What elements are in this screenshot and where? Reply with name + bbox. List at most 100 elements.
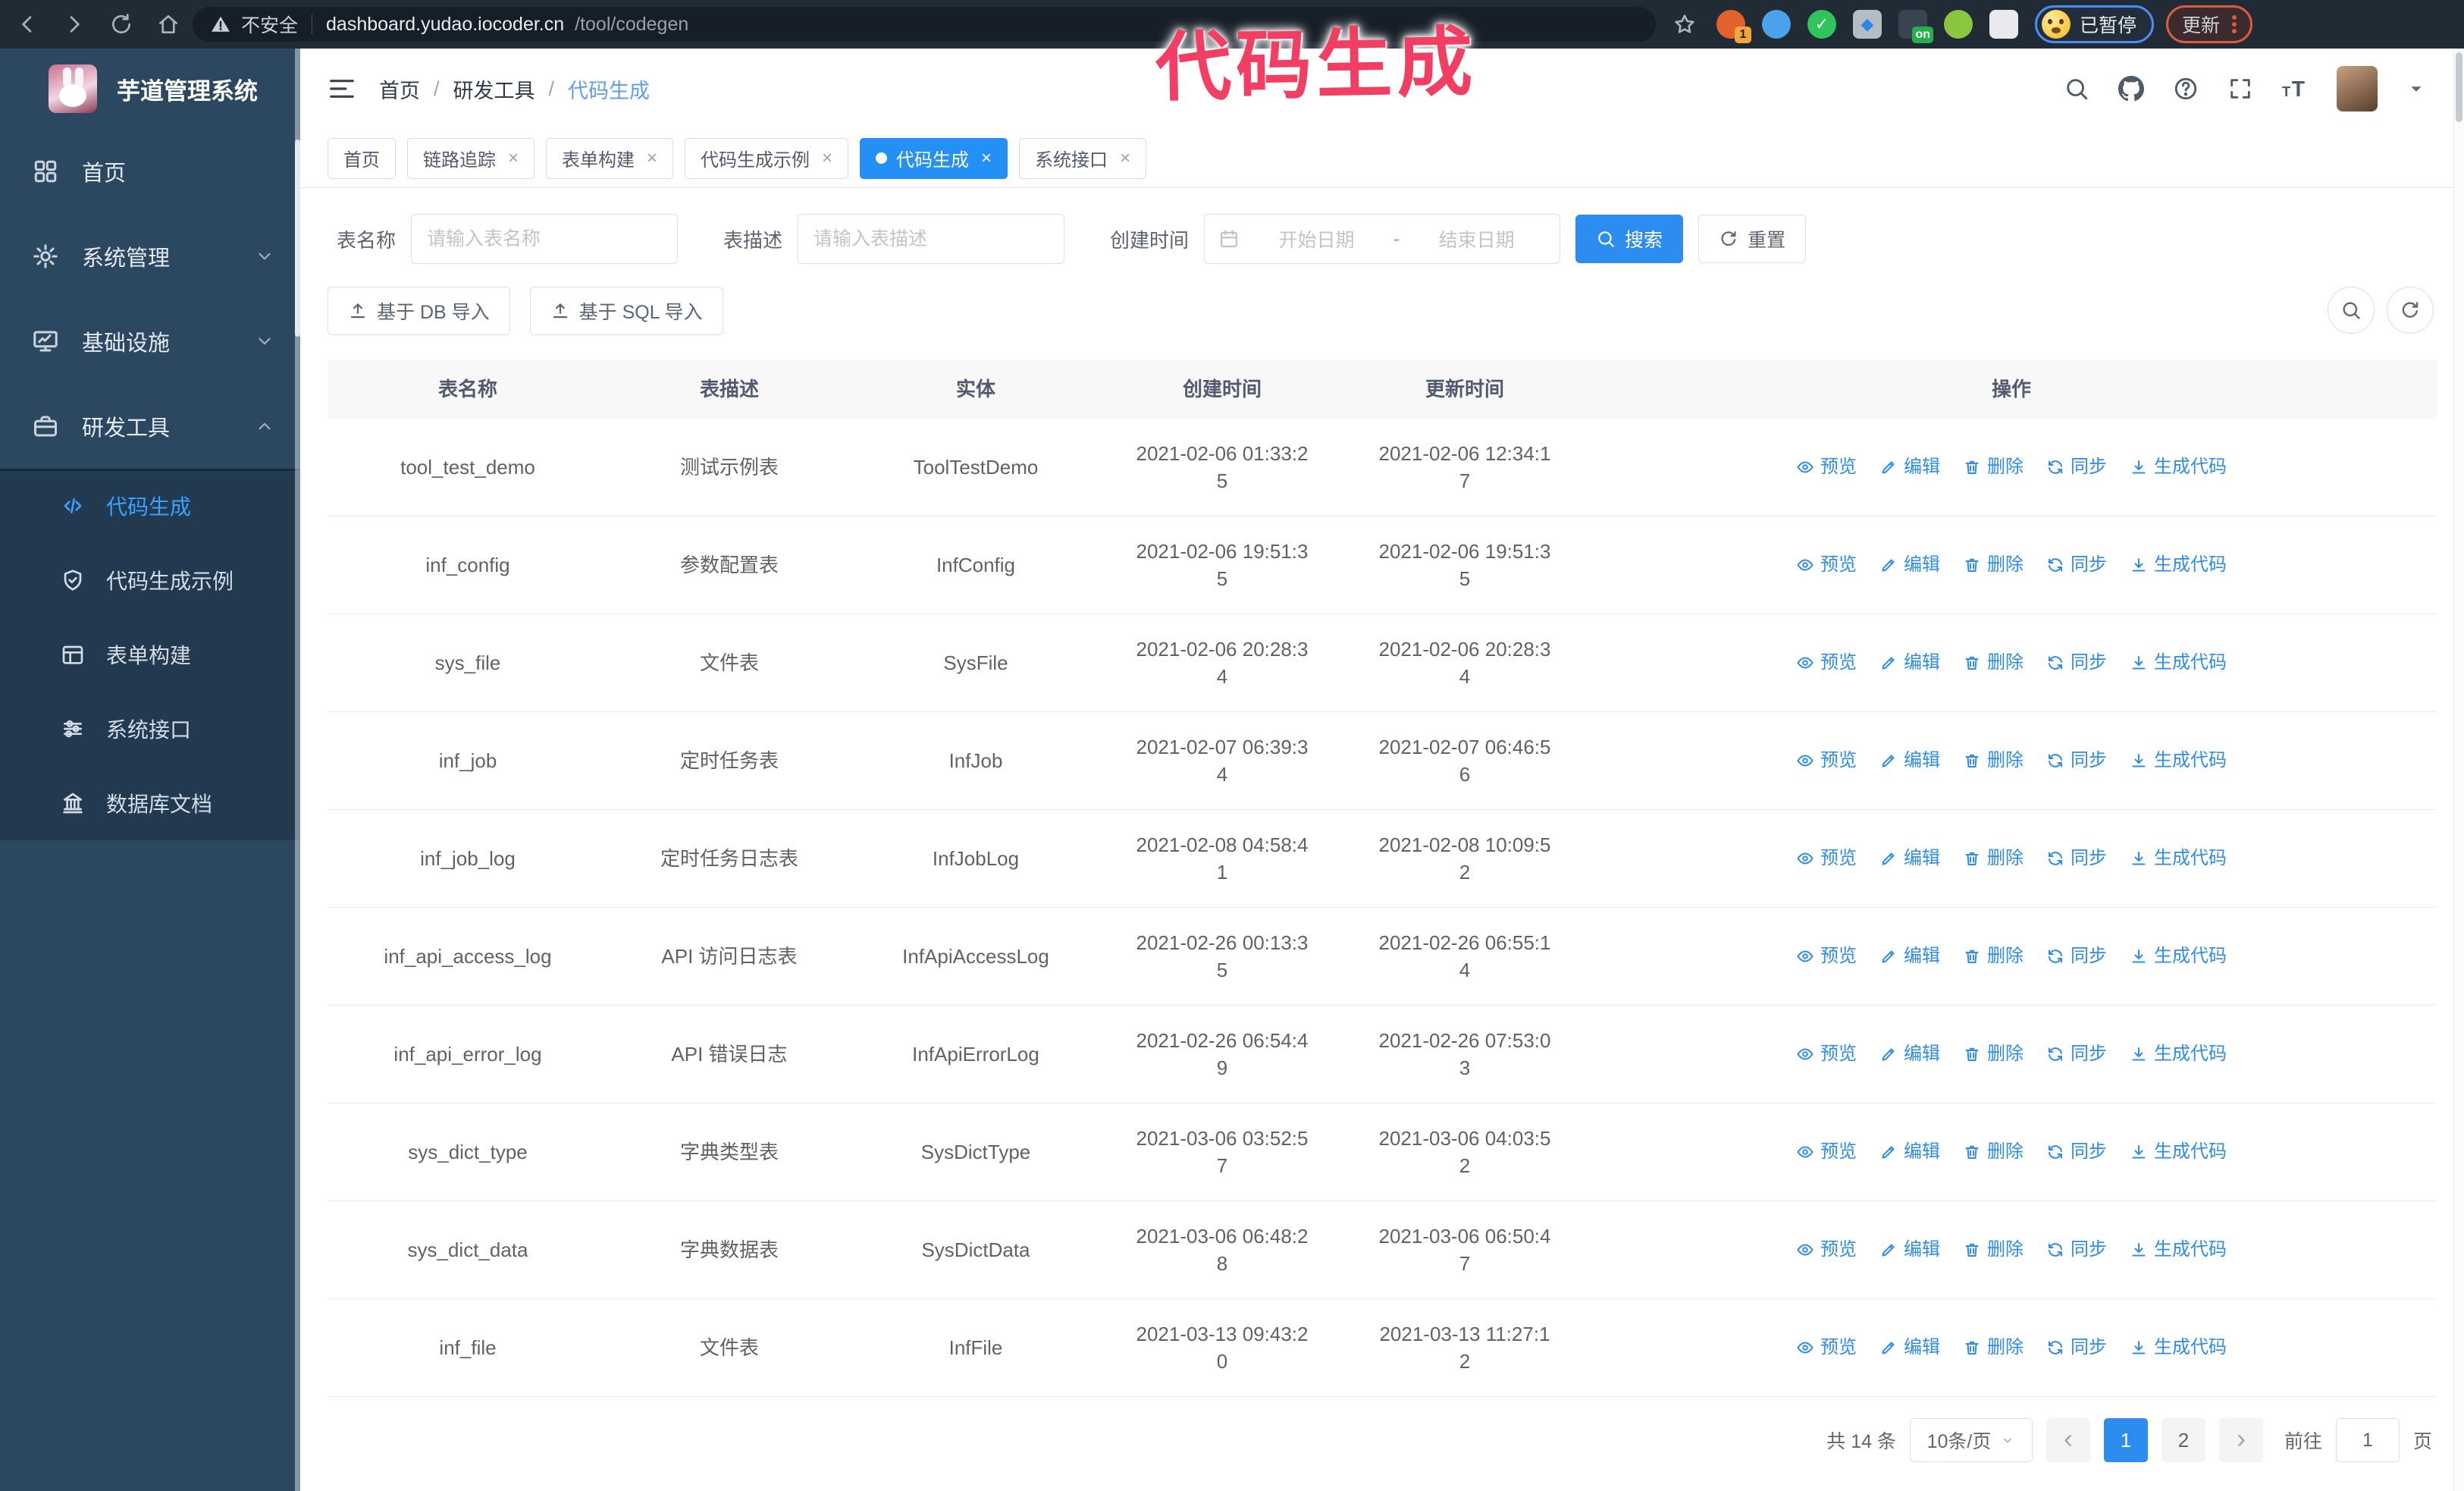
search-icon[interactable]	[2064, 76, 2089, 102]
action-download-link[interactable]: 生成代码	[2130, 649, 2227, 676]
sidebar-item[interactable]: 首页	[0, 129, 300, 214]
table-desc-input[interactable]	[813, 228, 1049, 250]
tab[interactable]: 代码生成 ×	[860, 137, 1008, 179]
refresh-table-button[interactable]	[2387, 287, 2434, 334]
action-download-link[interactable]: 生成代码	[2130, 747, 2227, 774]
security-label[interactable]: 不安全	[241, 11, 298, 38]
action-download-link[interactable]: 生成代码	[2130, 1334, 2227, 1361]
action-sync-link[interactable]: 同步	[2046, 551, 2107, 579]
extension-panel-icon[interactable]: ◆	[1853, 10, 1882, 39]
font-size-icon[interactable]: TT	[2282, 76, 2308, 102]
tab[interactable]: 表单构建 ×	[546, 137, 674, 179]
browser-reload-icon[interactable]	[109, 12, 133, 36]
action-eye-link[interactable]: 预览	[1796, 747, 1857, 774]
browser-forward-icon[interactable]	[62, 12, 86, 36]
app-logo[interactable]: 芋道管理系统	[0, 49, 300, 129]
extension-key-icon[interactable]	[1944, 10, 1973, 39]
action-eye-link[interactable]: 预览	[1796, 1041, 1857, 1068]
page-size-select[interactable]: 10条/页	[1909, 1418, 2033, 1462]
search-button[interactable]: 搜索	[1575, 215, 1684, 263]
action-eye-link[interactable]: 预览	[1796, 1236, 1857, 1263]
sidebar-subitem[interactable]: 代码生成	[0, 469, 300, 543]
sidebar-item[interactable]: 系统管理	[0, 214, 300, 299]
breadcrumb-item[interactable]: 首页	[379, 74, 420, 104]
action-edit-link[interactable]: 编辑	[1879, 649, 1940, 676]
extension-orange-icon[interactable]: 1	[1716, 10, 1751, 43]
action-delete-link[interactable]: 删除	[1963, 1041, 2024, 1068]
tab[interactable]: 首页	[328, 137, 396, 179]
sidebar-item[interactable]: 基础设施	[0, 299, 300, 384]
bookmark-star-icon[interactable]	[1672, 12, 1697, 36]
action-delete-link[interactable]: 删除	[1963, 551, 2024, 579]
action-sync-link[interactable]: 同步	[2046, 1041, 2107, 1068]
tab[interactable]: 代码生成示例 ×	[685, 137, 849, 179]
action-sync-link[interactable]: 同步	[2046, 454, 2107, 481]
action-download-link[interactable]: 生成代码	[2130, 454, 2227, 481]
date-range-picker[interactable]: 开始日期 - 结束日期	[1204, 214, 1561, 264]
close-tab-icon[interactable]: ×	[1120, 148, 1130, 169]
browser-menu-dots-icon[interactable]	[2232, 22, 2237, 27]
close-tab-icon[interactable]: ×	[822, 148, 832, 169]
toggle-search-button[interactable]	[2328, 287, 2375, 334]
action-eye-link[interactable]: 预览	[1796, 454, 1857, 481]
action-eye-link[interactable]: 预览	[1796, 1334, 1857, 1361]
close-tab-icon[interactable]: ×	[647, 148, 657, 169]
sidebar-scrollbar[interactable]	[295, 49, 300, 1491]
breadcrumb-item[interactable]: 代码生成	[568, 74, 650, 104]
action-edit-link[interactable]: 编辑	[1879, 454, 1940, 481]
action-eye-link[interactable]: 预览	[1796, 1138, 1857, 1166]
action-edit-link[interactable]: 编辑	[1879, 1334, 1940, 1361]
action-sync-link[interactable]: 同步	[2046, 943, 2107, 970]
action-delete-link[interactable]: 删除	[1963, 454, 2024, 481]
close-tab-icon[interactable]: ×	[981, 148, 992, 169]
user-avatar[interactable]	[2337, 66, 2378, 111]
table-name-input[interactable]	[427, 228, 663, 250]
browser-back-icon[interactable]	[15, 12, 39, 36]
profile-paused-badge[interactable]: 已暂停	[2035, 5, 2155, 43]
extension-gem-icon[interactable]	[1762, 10, 1791, 39]
tab[interactable]: 链路追踪 ×	[407, 137, 535, 179]
prev-page-button[interactable]: ‹	[2045, 1418, 2090, 1462]
sidebar-toggle-icon[interactable]	[328, 74, 356, 103]
action-sync-link[interactable]: 同步	[2046, 649, 2107, 676]
action-download-link[interactable]: 生成代码	[2130, 1041, 2227, 1068]
action-download-link[interactable]: 生成代码	[2130, 551, 2227, 579]
import-db-button[interactable]: 基于 DB 导入	[328, 287, 510, 335]
action-edit-link[interactable]: 编辑	[1879, 943, 1940, 970]
action-sync-link[interactable]: 同步	[2046, 1138, 2107, 1166]
action-edit-link[interactable]: 编辑	[1879, 1236, 1940, 1263]
action-sync-link[interactable]: 同步	[2046, 1334, 2107, 1361]
action-delete-link[interactable]: 删除	[1963, 943, 2024, 970]
action-edit-link[interactable]: 编辑	[1879, 845, 1940, 872]
page-scrollbar[interactable]	[2453, 49, 2464, 1491]
breadcrumb-item[interactable]: 研发工具	[453, 74, 535, 104]
action-eye-link[interactable]: 预览	[1796, 943, 1857, 970]
action-download-link[interactable]: 生成代码	[2130, 845, 2227, 872]
action-edit-link[interactable]: 编辑	[1879, 1041, 1940, 1068]
next-page-button[interactable]: ›	[2218, 1418, 2263, 1462]
close-tab-icon[interactable]: ×	[508, 148, 519, 169]
action-sync-link[interactable]: 同步	[2046, 845, 2107, 872]
user-menu-caret-icon[interactable]	[2406, 79, 2426, 99]
action-edit-link[interactable]: 编辑	[1879, 1138, 1940, 1166]
extension-switch-icon[interactable]: on	[1898, 10, 1933, 43]
browser-home-icon[interactable]	[156, 12, 180, 36]
extension-puzzle-icon[interactable]	[1989, 10, 2018, 39]
sidebar-subitem[interactable]: 表单构建	[0, 617, 300, 692]
action-download-link[interactable]: 生成代码	[2130, 943, 2227, 970]
action-delete-link[interactable]: 删除	[1963, 1334, 2024, 1361]
tab[interactable]: 系统接口 ×	[1019, 137, 1147, 179]
action-download-link[interactable]: 生成代码	[2130, 1236, 2227, 1263]
action-eye-link[interactable]: 预览	[1796, 649, 1857, 676]
github-icon[interactable]	[2118, 76, 2144, 102]
sidebar-subitem[interactable]: 代码生成示例	[0, 543, 300, 617]
goto-page-input[interactable]	[2335, 1418, 2400, 1462]
action-eye-link[interactable]: 预览	[1796, 845, 1857, 872]
sidebar-subitem[interactable]: 数据库文档	[0, 766, 300, 840]
action-sync-link[interactable]: 同步	[2046, 747, 2107, 774]
start-date-placeholder[interactable]: 开始日期	[1247, 225, 1386, 253]
action-download-link[interactable]: 生成代码	[2130, 1138, 2227, 1166]
sidebar-item[interactable]: 研发工具	[0, 384, 300, 469]
end-date-placeholder[interactable]: 结束日期	[1407, 225, 1546, 253]
action-delete-link[interactable]: 删除	[1963, 845, 2024, 872]
